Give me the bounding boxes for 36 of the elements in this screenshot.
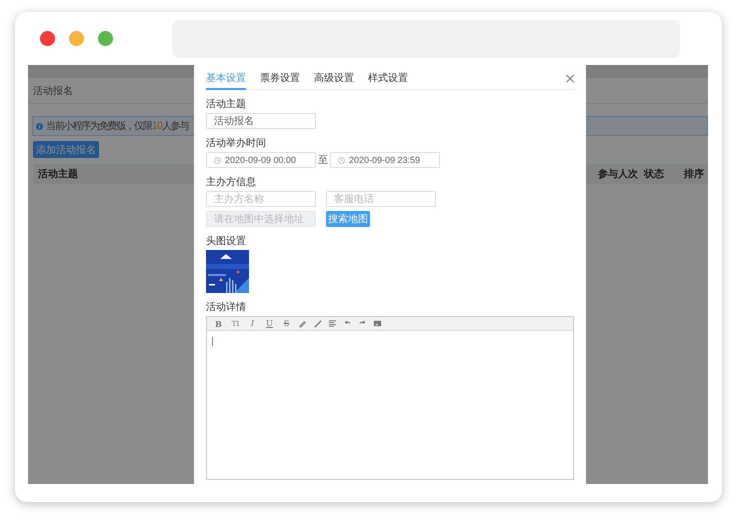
maximize-window-button[interactable] — [98, 31, 113, 46]
add-activity-button[interactable]: 添加活动报名 — [33, 141, 99, 158]
range-separator: 至 — [318, 154, 328, 167]
italic-button[interactable]: I — [247, 319, 258, 328]
end-time-field[interactable]: 2020-09-09 23:59 — [330, 152, 440, 168]
image-icon[interactable] — [373, 319, 382, 328]
text-cursor — [212, 337, 213, 346]
tab[interactable]: 高级设置 — [314, 71, 354, 90]
column-header: 活动主题 — [37, 167, 79, 181]
column-header: 参与人次 — [598, 168, 639, 181]
tab[interactable]: 样式设置 — [368, 71, 408, 90]
align-icon[interactable] — [328, 319, 337, 328]
section-label: 活动主题 — [206, 98, 247, 109]
section-label: 活动举办时间 — [206, 136, 267, 148]
close-button[interactable]: × — [564, 72, 576, 86]
pen-icon[interactable] — [298, 319, 307, 328]
column-header: 状态 — [644, 168, 665, 181]
info-icon — [36, 122, 43, 130]
section-label: 活动详情 — [206, 300, 247, 312]
clock-icon — [214, 156, 221, 164]
section-label: 头图设置 — [206, 234, 247, 246]
close-window-button[interactable] — [40, 31, 55, 46]
section-label: 主办方信息 — [206, 176, 257, 187]
strike-button[interactable]: S — [281, 319, 292, 328]
clock-icon — [338, 156, 345, 164]
brush-icon[interactable] — [313, 319, 322, 328]
column-header: 排序 — [684, 167, 705, 181]
page-title: 活动报名 — [33, 84, 73, 98]
underline-button[interactable]: U — [264, 319, 275, 328]
theme-field[interactable]: 活动报名 — [206, 113, 316, 129]
bold-button[interactable]: B — [213, 318, 224, 328]
notice-text: 当前小程序为免费版，仅限10人参与 — [46, 120, 188, 133]
tab[interactable]: 票券设置 — [260, 71, 300, 90]
tab[interactable]: 基本设置 — [206, 71, 246, 90]
start-time-field[interactable]: 2020-09-09 00:00 — [206, 152, 316, 168]
search-map-button[interactable]: 搜索地图 — [326, 211, 370, 227]
